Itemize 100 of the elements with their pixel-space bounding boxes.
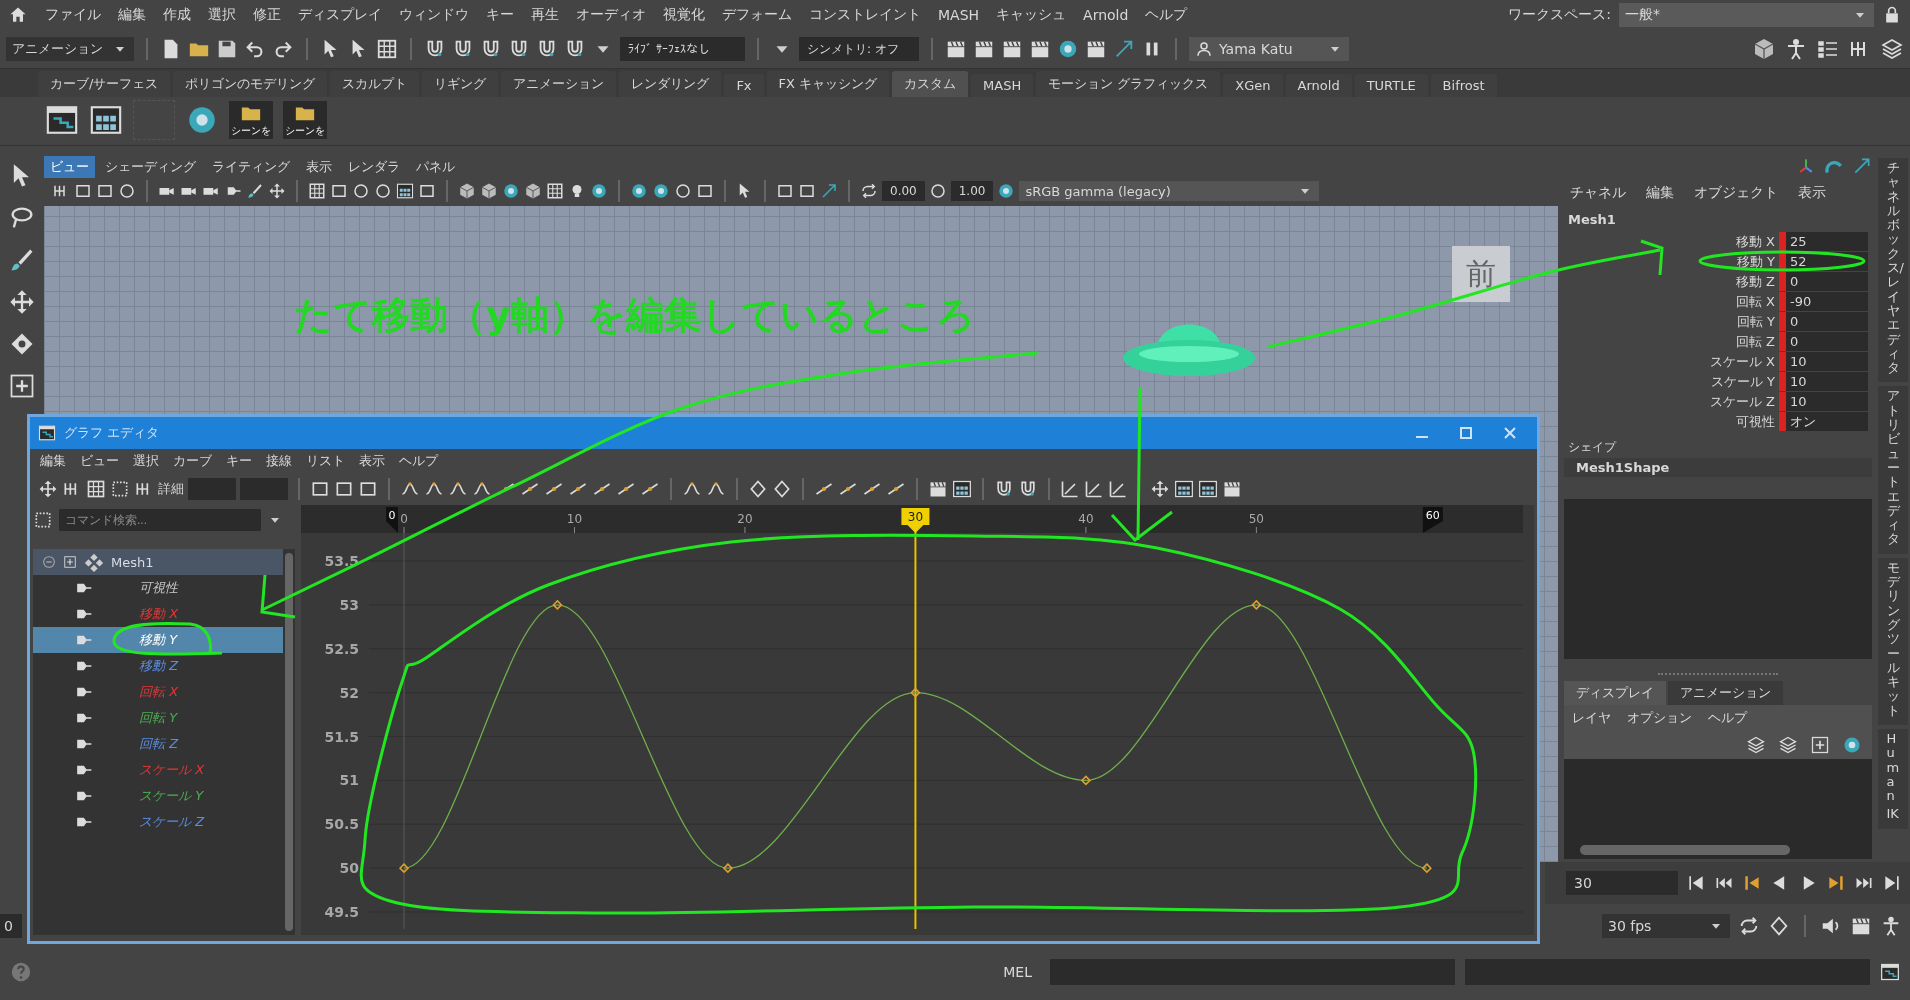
shelf-button[interactable]: シーンを	[229, 101, 273, 139]
menu-item[interactable]: オプション	[1627, 709, 1692, 727]
minus-icon[interactable]	[41, 554, 57, 570]
side-tab[interactable]: アトリビュートエディタ	[1878, 386, 1908, 554]
square-icon[interactable]	[696, 182, 714, 200]
circle-icon[interactable]	[352, 182, 370, 200]
value-field[interactable]	[240, 478, 288, 500]
channel-value-field[interactable]: 10	[1786, 352, 1868, 371]
channel-label[interactable]: 回転 Z	[1605, 332, 1779, 351]
menu-item[interactable]: ウィンドウ	[399, 6, 469, 24]
shelf-tab[interactable]: リギング	[422, 71, 499, 97]
clapperboard-icon[interactable]	[945, 38, 967, 60]
home-icon[interactable]	[8, 5, 28, 25]
clapperboard-icon[interactable]	[1085, 38, 1107, 60]
diamond-icon[interactable]	[1768, 915, 1790, 937]
dotted-square-icon[interactable]	[110, 479, 130, 499]
plus-icon[interactable]	[1810, 735, 1830, 755]
circle-icon[interactable]	[374, 182, 392, 200]
ruler-icon[interactable]	[1108, 479, 1128, 499]
sphere-icon[interactable]	[590, 182, 608, 200]
start-frame-field[interactable]: 0	[0, 914, 22, 938]
menu-item[interactable]: 編集	[118, 6, 146, 24]
exposure-field[interactable]: 0.00	[882, 181, 925, 201]
menu-item[interactable]: MASH	[938, 7, 980, 23]
menu-item[interactable]: キー	[486, 6, 514, 24]
shelf-tab[interactable]: FX キャッシング	[766, 71, 890, 97]
channel-value-field[interactable]: 10	[1786, 372, 1868, 391]
loop-icon[interactable]	[860, 182, 878, 200]
menu-item[interactable]: レイヤ	[1572, 709, 1611, 727]
menu-item[interactable]: 再生	[531, 6, 559, 24]
grid-icon[interactable]	[376, 38, 398, 60]
script-language-label[interactable]: MEL	[1003, 964, 1032, 980]
range-start-flag[interactable]: 0	[386, 507, 398, 533]
menu-item[interactable]: 選択	[208, 6, 236, 24]
menu-item[interactable]: 選択	[133, 452, 159, 470]
square-icon[interactable]	[798, 182, 816, 200]
dotted-square-icon[interactable]	[33, 510, 53, 530]
diagonal-arrow-icon[interactable]	[820, 182, 838, 200]
shelf-tab[interactable]: レンダリング	[619, 71, 722, 97]
keyframe-point[interactable]	[722, 863, 733, 874]
tiles-icon[interactable]	[952, 479, 972, 499]
layers-icon[interactable]	[1880, 37, 1904, 61]
channel-list-item[interactable]: スケール Y	[33, 783, 283, 809]
channel-label[interactable]: 移動 Y	[1605, 252, 1779, 271]
square-icon[interactable]	[330, 182, 348, 200]
diagonal-arrow-icon[interactable]	[1852, 156, 1872, 176]
shelf-tab[interactable]: MASH	[971, 74, 1034, 97]
view-cube-label[interactable]: 前	[1452, 246, 1510, 302]
panel-menu-item[interactable]: ビュー	[44, 156, 95, 178]
sphere-icon[interactable]	[502, 182, 520, 200]
keyframe-point[interactable]	[1421, 863, 1432, 874]
sphere-icon[interactable]	[997, 182, 1016, 200]
tiles-icon[interactable]	[1174, 479, 1194, 499]
tiles-icon[interactable]	[396, 182, 414, 200]
menu-item[interactable]: デフォーム	[722, 6, 792, 24]
window-icon[interactable]	[1880, 962, 1900, 982]
shelf-tab[interactable]: アニメーション	[501, 71, 617, 97]
channel-list-item[interactable]: 移動 Z	[33, 653, 283, 679]
shelf-tab[interactable]: Bifrost	[1430, 74, 1497, 97]
sphere-icon[interactable]	[652, 182, 670, 200]
channel-label[interactable]: スケール X	[1605, 352, 1779, 371]
scrollbar[interactable]	[1580, 845, 1790, 855]
skip-to-start-icon[interactable]	[1686, 873, 1706, 893]
shelf-tab[interactable]: TURTLE	[1354, 74, 1428, 97]
keyframe-point[interactable]	[1251, 599, 1262, 610]
diamond-icon[interactable]	[772, 479, 792, 499]
shelf-tab[interactable]: スカルプト	[330, 71, 420, 97]
channel-value-field[interactable]: オン	[1786, 412, 1868, 431]
sphere-icon[interactable]	[1057, 38, 1079, 60]
shelf-tab[interactable]: XGen	[1223, 74, 1283, 97]
square-icon[interactable]	[74, 182, 92, 200]
panel-menu-item[interactable]: パネル	[410, 156, 461, 178]
menu-item[interactable]: 編集	[1646, 184, 1674, 202]
window-icon[interactable]	[45, 103, 79, 137]
channel-value-field[interactable]: 0	[1786, 332, 1868, 351]
clapperboard-icon[interactable]	[1001, 38, 1023, 60]
channel-label[interactable]: 回転 Y	[1605, 312, 1779, 331]
menu-item[interactable]: カーブ	[173, 452, 212, 470]
square-icon[interactable]	[418, 182, 436, 200]
channel-label[interactable]: スケール Z	[1605, 392, 1779, 411]
keyframe-point[interactable]	[910, 687, 921, 698]
command-search-field[interactable]: コマンド検索...	[59, 509, 261, 531]
menu-item[interactable]: 作成	[163, 6, 191, 24]
channel-label[interactable]: 移動 X	[1605, 232, 1779, 251]
channel-value-field[interactable]: -90	[1786, 292, 1868, 311]
menu-item[interactable]: 接線	[266, 452, 292, 470]
gamma-field[interactable]: 1.00	[950, 181, 994, 201]
menu-item[interactable]: チャネル	[1570, 184, 1626, 202]
layer-tab[interactable]: アニメーション	[1668, 681, 1783, 705]
menu-item[interactable]: キャッシュ	[996, 6, 1067, 24]
grid-icon[interactable]	[86, 479, 106, 499]
clapperboard-icon[interactable]	[1029, 38, 1051, 60]
menu-item[interactable]: オーディオ	[576, 6, 646, 24]
current-frame-field[interactable]: 30	[1566, 871, 1678, 895]
range-end-flag[interactable]: 60	[1422, 507, 1443, 533]
move-icon[interactable]	[8, 288, 36, 316]
menu-item[interactable]: ファイル	[45, 6, 101, 24]
clapperboard-icon[interactable]	[1222, 479, 1242, 499]
user-dropdown[interactable]: Yama Katu	[1189, 37, 1349, 61]
layers-icon[interactable]	[1746, 735, 1766, 755]
